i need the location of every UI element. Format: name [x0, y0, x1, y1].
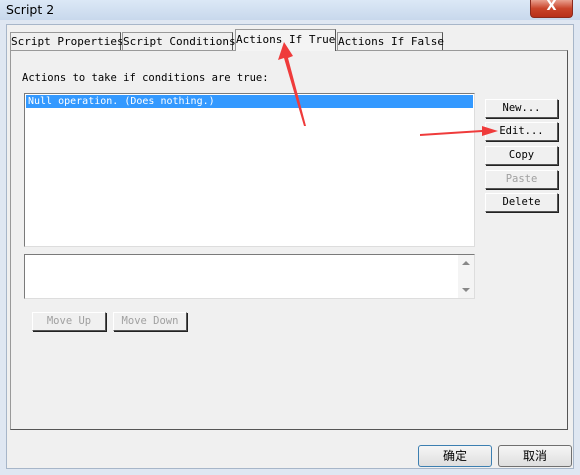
edit-button[interactable]: Edit...: [485, 122, 558, 141]
move-down-button[interactable]: Move Down: [113, 312, 187, 331]
tab-script-properties[interactable]: Script Properties: [10, 32, 124, 50]
scroll-down-arrow-icon[interactable]: [462, 288, 470, 292]
scroll-up-arrow-icon[interactable]: [462, 261, 470, 265]
delete-button[interactable]: Delete: [485, 193, 558, 212]
tab-actions-if-false[interactable]: Actions If False: [337, 32, 444, 50]
new-button[interactable]: New...: [485, 99, 558, 118]
ok-button[interactable]: 确定: [418, 445, 492, 467]
title-bar[interactable]: Script 2 X: [0, 0, 580, 20]
dialog-window: Script 2 X Script Properties Script Cond…: [0, 0, 580, 475]
move-up-button[interactable]: Move Up: [32, 312, 106, 331]
tab-actions-if-true[interactable]: Actions If True: [235, 29, 336, 51]
paste-button[interactable]: Paste: [485, 170, 558, 189]
cancel-button[interactable]: 取消: [498, 445, 572, 467]
actions-listbox[interactable]: Null operation. (Does nothing.): [24, 93, 475, 247]
vertical-scrollbar[interactable]: [458, 255, 474, 298]
copy-button[interactable]: Copy: [485, 146, 558, 165]
action-description-box[interactable]: [24, 254, 475, 299]
close-icon: X: [546, 0, 557, 14]
list-item[interactable]: Null operation. (Does nothing.): [26, 95, 473, 108]
close-button[interactable]: X: [530, 0, 573, 18]
tab-script-conditions[interactable]: Script Conditions: [122, 32, 236, 50]
actions-label: Actions to take if conditions are true:: [22, 72, 269, 84]
window-title: Script 2: [6, 2, 55, 17]
